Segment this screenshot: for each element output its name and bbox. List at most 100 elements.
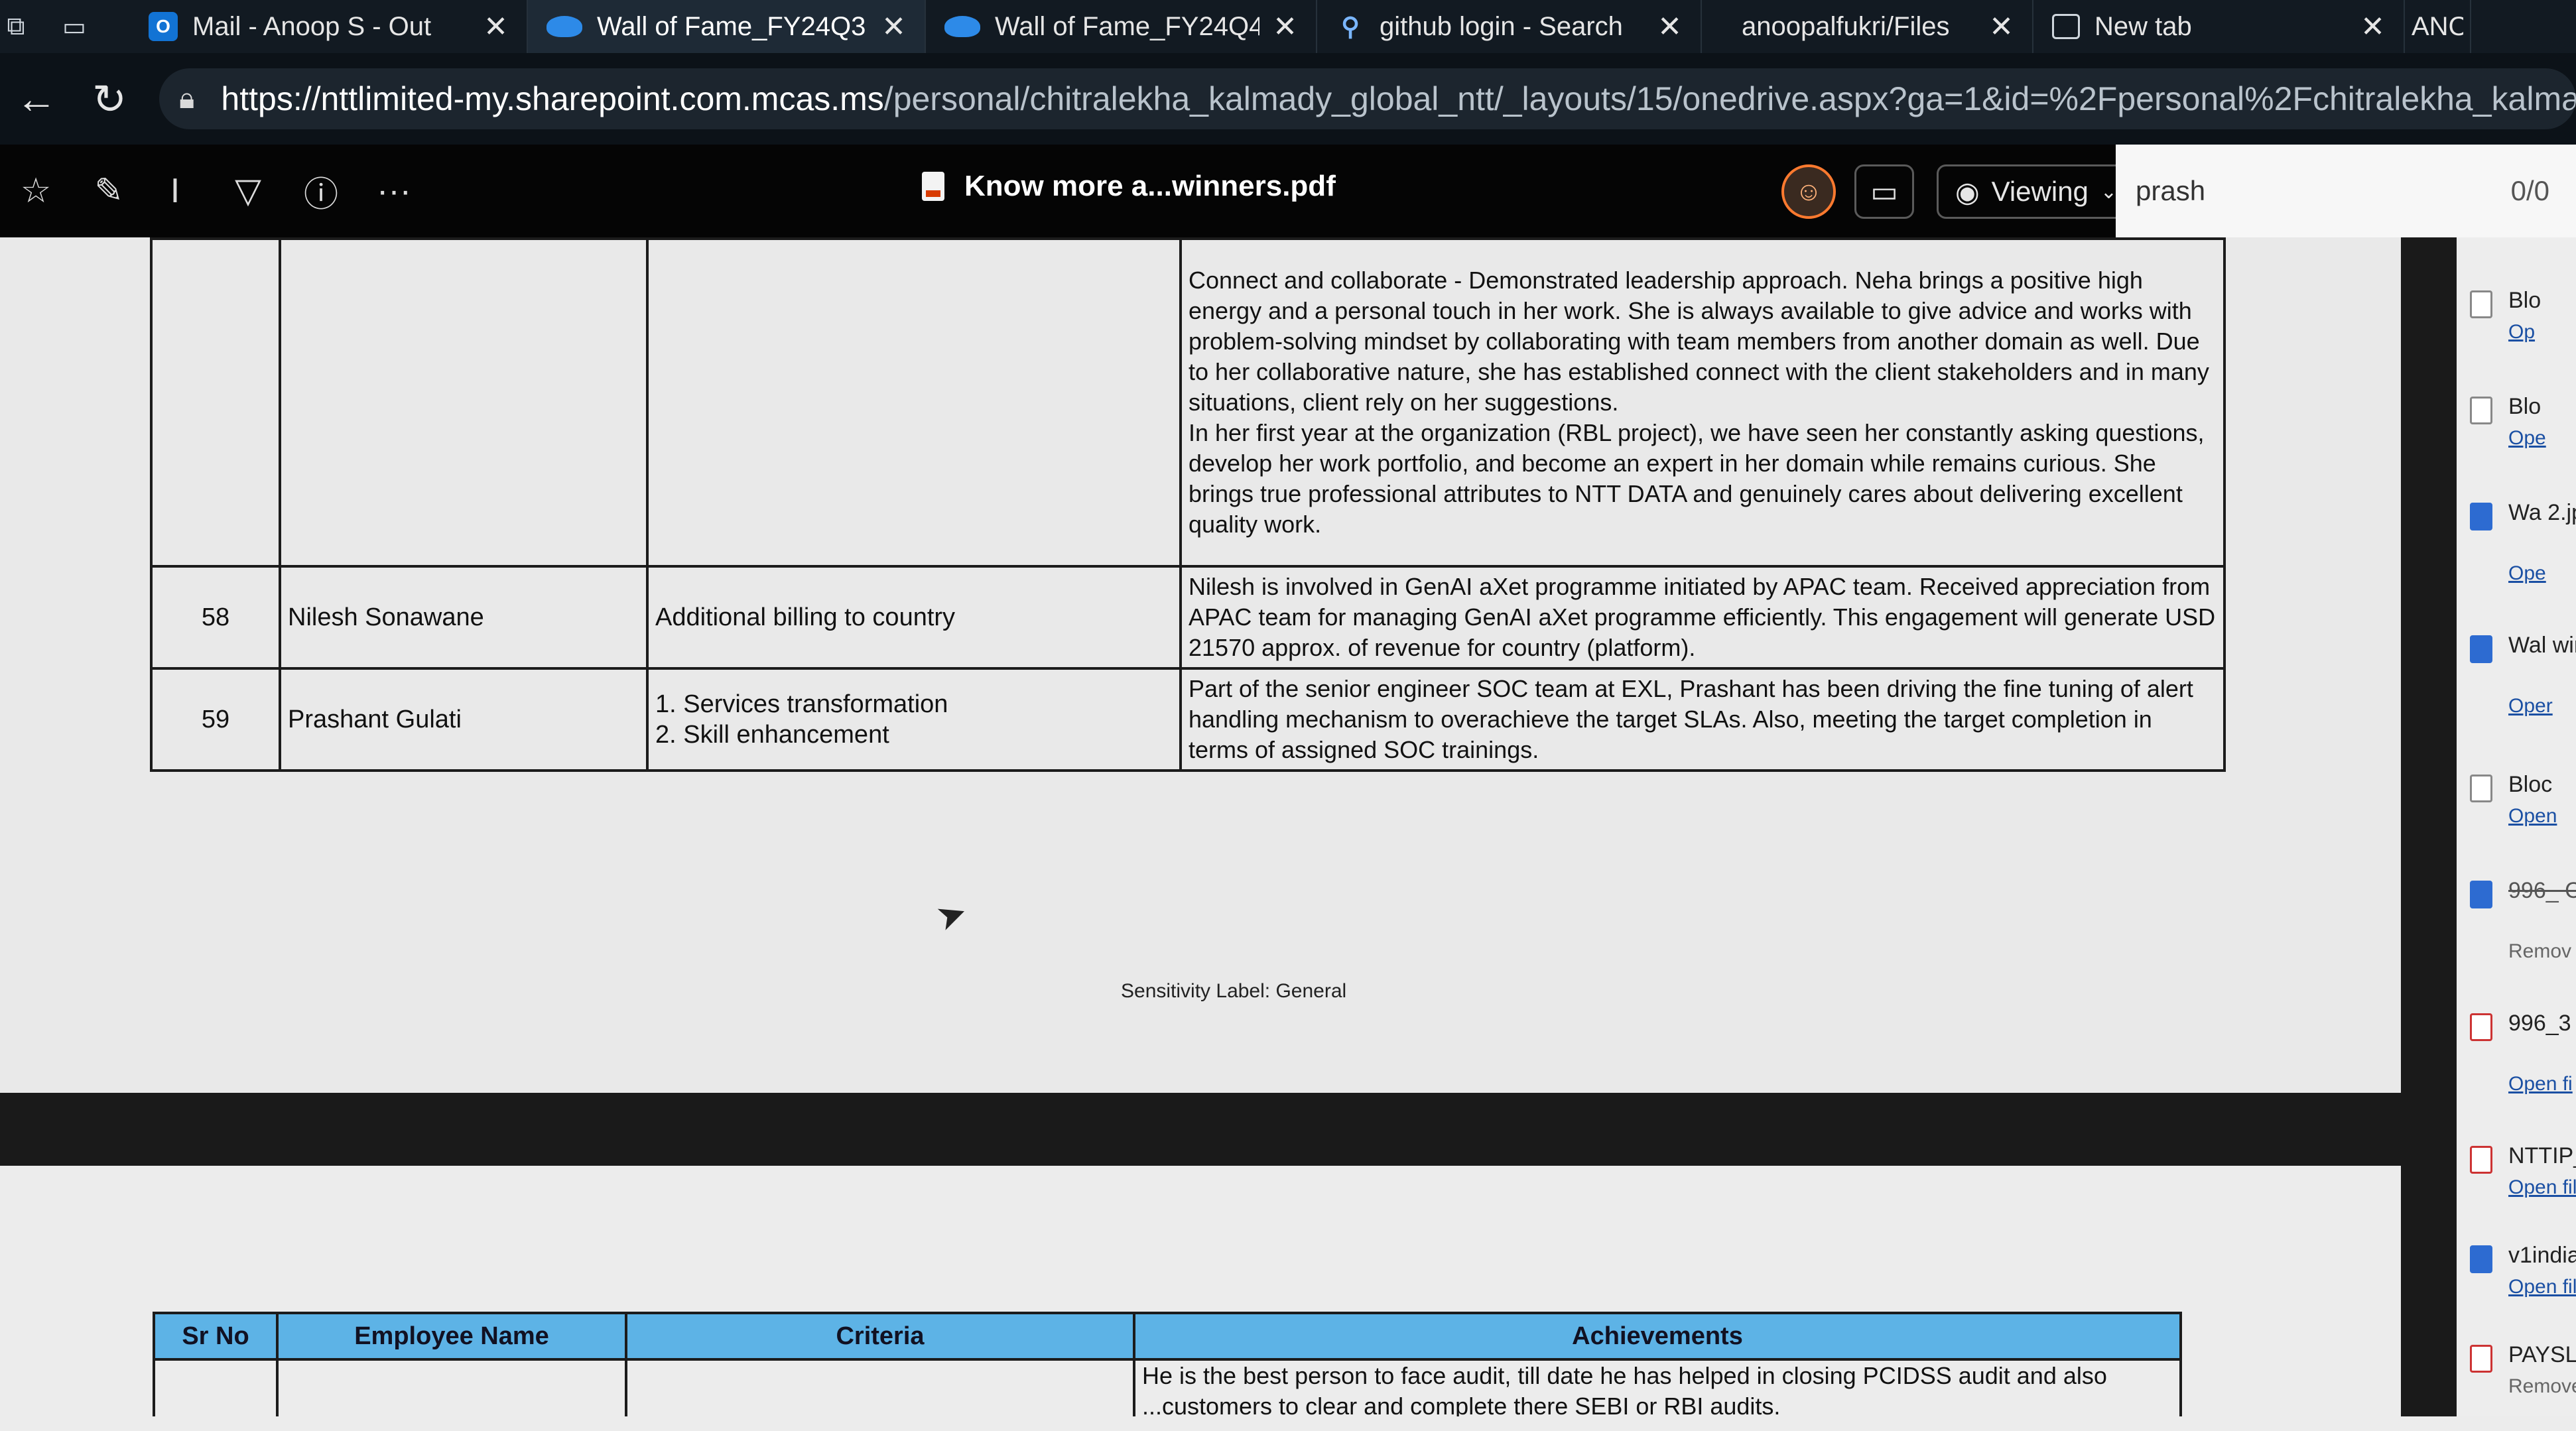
name-cell	[276, 1358, 627, 1416]
find-in-page: prash 0/0	[2116, 145, 2576, 237]
achievement-cell: Nilesh is involved in GenAI aXet program…	[1179, 565, 2226, 670]
achievement-text: Part of the senior engineer SOC team at …	[1189, 675, 2193, 763]
achievement-cell: Connect and collaborate - Demonstrated l…	[1179, 237, 2226, 568]
url-field[interactable]: 🔒︎ https://nttlimited-my.sharepoint.com.…	[159, 68, 2576, 129]
sr-cell	[150, 237, 281, 568]
text-cursor-icon[interactable]: I	[142, 158, 208, 224]
newtab-icon	[2052, 14, 2080, 39]
address-bar: ← ↻ 🔒︎ https://nttlimited-my.sharepoint.…	[0, 53, 2576, 145]
open-file-link[interactable]: Open	[2508, 805, 2557, 828]
pdf-file-icon	[2470, 1345, 2492, 1373]
name-cell	[279, 237, 649, 568]
tab-actions-icon[interactable]: ▭	[58, 11, 90, 42]
open-file-link[interactable]: Open fil	[2508, 1176, 2576, 1199]
open-file-link[interactable]: Open fi	[2508, 1073, 2573, 1095]
close-icon[interactable]: ✕	[1657, 10, 1682, 44]
table-row: He is the best person to face audit, til…	[153, 1358, 2182, 1416]
onedrive-icon	[547, 16, 582, 37]
download-item[interactable]: Blo Ope	[2470, 390, 2576, 483]
tab-github-search[interactable]: ⚲ github login - Search ✕	[1317, 0, 1702, 53]
tab-new-tab[interactable]: New tab ✕	[2033, 0, 2405, 53]
criteria-cell: Additional billing to country	[646, 565, 1182, 670]
pdf-file-icon	[2470, 1013, 2492, 1041]
column-header: Criteria	[625, 1312, 1135, 1361]
refresh-icon[interactable]: ↻	[73, 62, 146, 135]
sr-cell: 59	[150, 667, 281, 772]
download-item[interactable]: 996_ Certi Remov	[2470, 874, 2576, 967]
pdf-viewport[interactable]: Connect and collaborate - Demonstrated l…	[0, 237, 2454, 1416]
table-row: 59 Prashant Gulati 1. Services transform…	[150, 667, 2226, 772]
column-header: Achievements	[1133, 1312, 2182, 1361]
find-input[interactable]: prash	[2136, 175, 2511, 207]
tab-mail[interactable]: O Mail - Anoop S - Out ✕	[130, 0, 528, 53]
highlight-icon[interactable]: ▽	[215, 158, 281, 224]
pdf-page: Sr No Employee Name Criteria Achievement…	[0, 1166, 2401, 1416]
criteria-cell: 1. Services transformation 2. Skill enha…	[646, 667, 1182, 772]
image-file-icon	[2470, 881, 2492, 908]
download-item[interactable]: Blo Op	[2470, 284, 2576, 377]
eye-icon: ◉	[1955, 176, 1980, 208]
downloads-panel: Blo Op Blo Ope Wa 2.jp Ope Wal winn Oper…	[2447, 237, 2576, 1416]
lock-icon[interactable]: 🔒︎	[179, 82, 194, 115]
criteria-cell	[646, 237, 1182, 568]
close-icon[interactable]: ✕	[1989, 10, 2014, 44]
open-file-link[interactable]: Ope	[2508, 562, 2546, 585]
draw-pen-icon[interactable]: ✎	[76, 158, 142, 224]
document-title: Know more a...winners.pdf	[922, 170, 1336, 203]
download-item[interactable]: 996_3 Certifi Open fi	[2470, 1007, 2576, 1099]
tab-strip: ⧉ ▭ O Mail - Anoop S - Out ✕ Wall of Fam…	[0, 0, 2576, 53]
sr-cell	[153, 1358, 279, 1416]
download-item[interactable]: v1india Open file	[2470, 1239, 2576, 1332]
chevron-down-icon: ⌄	[2100, 180, 2118, 203]
comment-icon: ▭	[1870, 175, 1898, 208]
image-file-icon	[2470, 635, 2492, 663]
pdf-page: Connect and collaborate - Demonstrated l…	[0, 237, 2401, 1093]
achievement-text: Connect and collaborate - Demonstrated l…	[1189, 267, 2209, 538]
viewing-mode-button[interactable]: ◉ Viewing ⌄	[1937, 164, 2136, 219]
comment-button[interactable]: ▭	[1854, 164, 1914, 219]
image-file-icon	[2470, 503, 2492, 530]
name-cell: Prashant Gulati	[279, 667, 649, 772]
open-file-link[interactable]: Ope	[2508, 427, 2546, 450]
more-options-icon[interactable]: ···	[361, 158, 427, 224]
pdf-file-icon	[2470, 1146, 2492, 1174]
tab-wall-of-fame-q3[interactable]: Wall of Fame_FY24Q3 ✕	[528, 0, 926, 53]
file-icon	[2470, 397, 2492, 424]
download-item[interactable]: NTTIP_ Open fil	[2470, 1139, 2576, 1232]
tab-wall-of-fame-q4[interactable]: Wall of Fame_FY24Q4 ✕	[926, 0, 1317, 53]
sr-cell: 58	[150, 565, 281, 670]
tab-overflow[interactable]: ANOO	[2405, 0, 2471, 53]
removed-label: Removed	[2508, 1375, 2576, 1397]
open-file-link[interactable]: Oper	[2508, 695, 2553, 717]
close-icon[interactable]: ✕	[483, 10, 508, 44]
download-item[interactable]: Wal winn Oper	[2470, 629, 2576, 721]
file-icon	[2470, 775, 2492, 802]
download-item[interactable]: PAYSLIP Removed	[2470, 1338, 2576, 1431]
achievement-cell: Part of the senior engineer SOC team at …	[1179, 667, 2226, 772]
close-icon[interactable]: ✕	[881, 10, 906, 44]
file-icon	[2470, 290, 2492, 318]
table-row: 58 Nilesh Sonawane Additional billing to…	[150, 565, 2226, 670]
workspaces-icon[interactable]: ⧉	[0, 11, 32, 42]
close-icon[interactable]: ✕	[1273, 10, 1297, 44]
onedrive-icon	[944, 16, 980, 37]
avatar[interactable]: ☺	[1781, 164, 1836, 219]
achievement-text: Nilesh is involved in GenAI aXet program…	[1189, 573, 2216, 661]
download-item[interactable]: Wa 2.jp Ope	[2470, 496, 2576, 589]
find-result-count: 0/0	[2510, 175, 2549, 206]
download-item[interactable]: Bloc Open	[2470, 768, 2576, 861]
pdf-file-icon	[922, 172, 944, 201]
close-icon[interactable]: ✕	[2360, 10, 2385, 44]
open-file-link[interactable]: Op	[2508, 321, 2535, 343]
info-icon[interactable]: ⓘ	[288, 158, 354, 224]
table-row: Connect and collaborate - Demonstrated l…	[150, 237, 2226, 568]
name-cell: Nilesh Sonawane	[279, 565, 649, 670]
column-header: Sr No	[153, 1312, 279, 1361]
star-icon[interactable]: ☆	[3, 158, 69, 224]
achievement-cell: He is the best person to face audit, til…	[1133, 1358, 2182, 1416]
tab-github-files[interactable]: anoopalfukri/Files ✕	[1702, 0, 2033, 53]
open-file-link[interactable]: Open file	[2508, 1276, 2576, 1298]
column-header: Employee Name	[276, 1312, 627, 1361]
sensitivity-label: Sensitivity Label: General	[1121, 980, 1347, 1002]
back-arrow-icon[interactable]: ←	[0, 62, 73, 135]
